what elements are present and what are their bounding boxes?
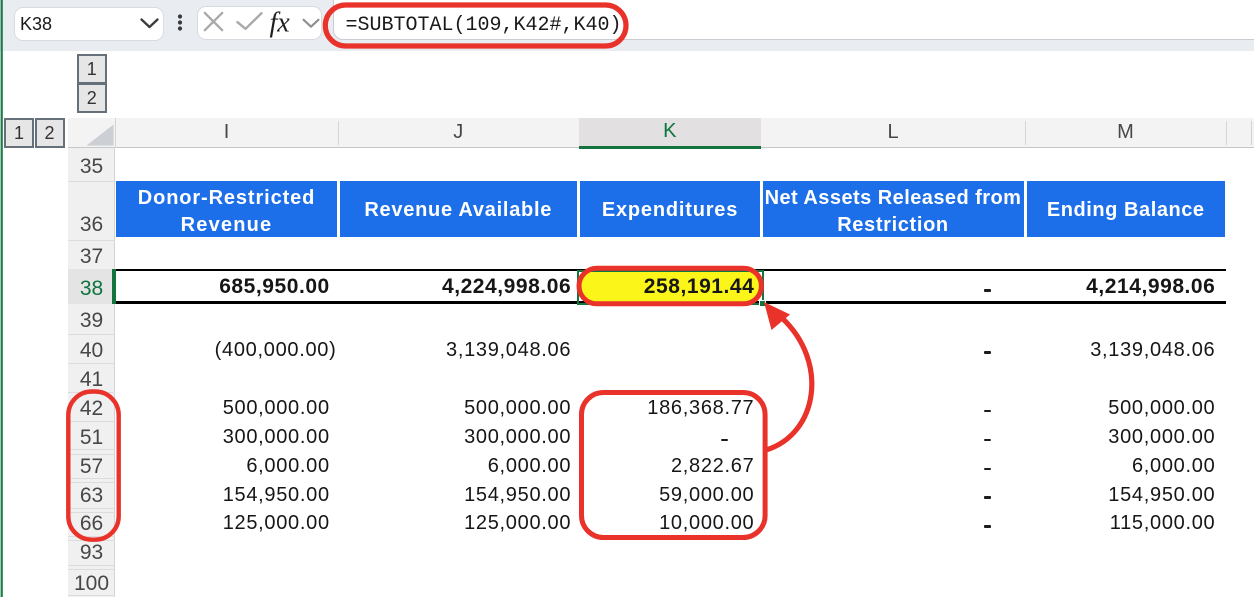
svg-text:fx: fx xyxy=(270,8,291,39)
